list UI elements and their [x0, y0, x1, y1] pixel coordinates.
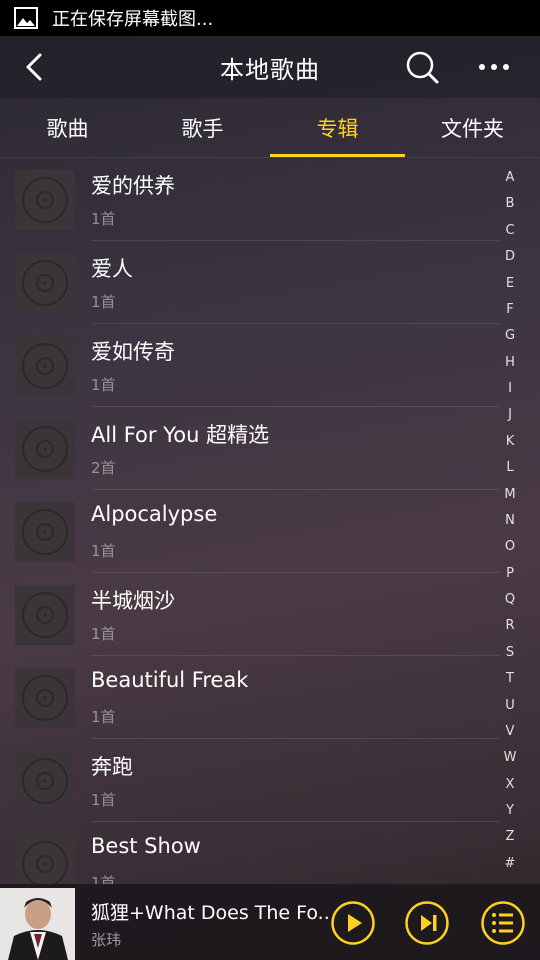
album-art-placeholder-icon: [15, 751, 75, 811]
album-track-count: 1首: [91, 791, 116, 809]
more-options-icon[interactable]: [474, 49, 514, 85]
album-row[interactable]: 半城烟沙 1首: [0, 573, 540, 656]
back-icon[interactable]: [18, 49, 54, 85]
album-track-count: 1首: [91, 874, 116, 884]
index-letter[interactable]: P: [506, 564, 514, 584]
play-button[interactable]: [330, 900, 376, 946]
album-name: 爱如传奇: [91, 340, 175, 364]
album-art-placeholder-icon: [15, 668, 75, 728]
playlist-button[interactable]: [480, 900, 526, 946]
album-art-placeholder-icon: [15, 585, 75, 645]
tab-songs[interactable]: 歌曲: [0, 98, 135, 157]
index-letter[interactable]: F: [506, 300, 513, 320]
index-letter[interactable]: Q: [505, 590, 515, 610]
album-name: All For You 超精选: [91, 423, 270, 447]
album-art-placeholder-icon: [15, 253, 75, 313]
now-playing-artist: 张玮: [91, 931, 122, 949]
index-letter[interactable]: U: [505, 696, 515, 716]
album-name: 爱人: [91, 257, 133, 281]
index-letter[interactable]: I: [508, 379, 512, 399]
index-letter[interactable]: #: [505, 854, 516, 874]
index-letter[interactable]: H: [505, 353, 515, 373]
album-row[interactable]: Beautiful Freak 1首: [0, 656, 540, 739]
now-playing-title: 狐狸+What Does The Fo..: [91, 902, 330, 924]
index-letter[interactable]: M: [504, 485, 515, 505]
index-letter[interactable]: S: [506, 643, 514, 663]
index-letter[interactable]: B: [506, 194, 515, 214]
album-art-placeholder-icon: [15, 419, 75, 479]
album-track-count: 1首: [91, 210, 116, 228]
index-letter[interactable]: V: [506, 722, 515, 742]
index-letter[interactable]: Z: [506, 827, 515, 847]
album-track-count: 1首: [91, 542, 116, 560]
album-name: Best Show: [91, 834, 201, 858]
album-name: Alpocalypse: [91, 502, 218, 526]
index-letter[interactable]: X: [506, 775, 515, 795]
index-letter[interactable]: D: [505, 247, 515, 267]
index-letter[interactable]: K: [506, 432, 515, 452]
album-name: 半城烟沙: [91, 589, 175, 613]
album-art-placeholder-icon: [15, 502, 75, 562]
next-track-button[interactable]: [404, 900, 450, 946]
index-letter[interactable]: L: [506, 458, 513, 478]
album-name: 爱的供养: [91, 174, 175, 198]
tab-bar: 歌曲 歌手 专辑 文件夹: [0, 98, 540, 158]
status-bar: 正在保存屏幕截图...: [0, 0, 540, 36]
index-letter[interactable]: J: [508, 405, 512, 425]
album-track-count: 1首: [91, 376, 116, 394]
top-bar: 本地歌曲: [0, 36, 540, 98]
page-title: 本地歌曲: [220, 55, 320, 84]
album-art-placeholder-icon: [15, 170, 75, 230]
album-row[interactable]: 爱的供养 1首: [0, 158, 540, 241]
image-icon: [14, 7, 38, 29]
album-cover[interactable]: [0, 888, 75, 960]
now-playing-bar[interactable]: 狐狸+What Does The Fo.. 张玮: [0, 884, 540, 960]
album-track-count: 1首: [91, 708, 116, 726]
album-name: Beautiful Freak: [91, 668, 249, 692]
album-row[interactable]: 奔跑 1首: [0, 739, 540, 822]
alphabet-index[interactable]: A B C D E F G H I J K L M N O P Q R S T U V W X Y Z #: [496, 168, 524, 874]
index-letter[interactable]: A: [506, 168, 515, 188]
album-row[interactable]: 爱如传奇 1首: [0, 324, 540, 407]
index-letter[interactable]: Y: [506, 801, 514, 821]
album-row[interactable]: Alpocalypse 1首: [0, 490, 540, 573]
album-track-count: 2首: [91, 459, 116, 477]
album-art-placeholder-icon: [15, 834, 75, 884]
album-list: 爱的供养 1首 爱人 1首 爱如传奇 1首 All For You 超精选 2首 Alpocal…: [0, 158, 540, 884]
album-track-count: 1首: [91, 625, 116, 643]
index-letter[interactable]: G: [505, 326, 515, 346]
album-row[interactable]: 爱人 1首: [0, 241, 540, 324]
search-icon[interactable]: [404, 49, 440, 85]
album-name: 奔跑: [91, 755, 133, 779]
tab-albums[interactable]: 专辑: [270, 98, 405, 157]
tab-artists[interactable]: 歌手: [135, 98, 270, 157]
index-letter[interactable]: O: [505, 537, 515, 557]
tab-folders[interactable]: 文件夹: [405, 98, 540, 157]
index-letter[interactable]: R: [505, 616, 514, 636]
album-art-placeholder-icon: [15, 336, 75, 396]
index-letter[interactable]: E: [506, 274, 514, 294]
index-letter[interactable]: C: [505, 221, 514, 241]
index-letter[interactable]: N: [505, 511, 515, 531]
status-text: 正在保存屏幕截图...: [52, 9, 214, 30]
album-track-count: 1首: [91, 293, 116, 311]
index-letter[interactable]: W: [504, 748, 517, 768]
index-letter[interactable]: T: [506, 669, 514, 689]
album-row[interactable]: Best Show 1首: [0, 822, 540, 884]
album-row[interactable]: All For You 超精选 2首: [0, 407, 540, 490]
